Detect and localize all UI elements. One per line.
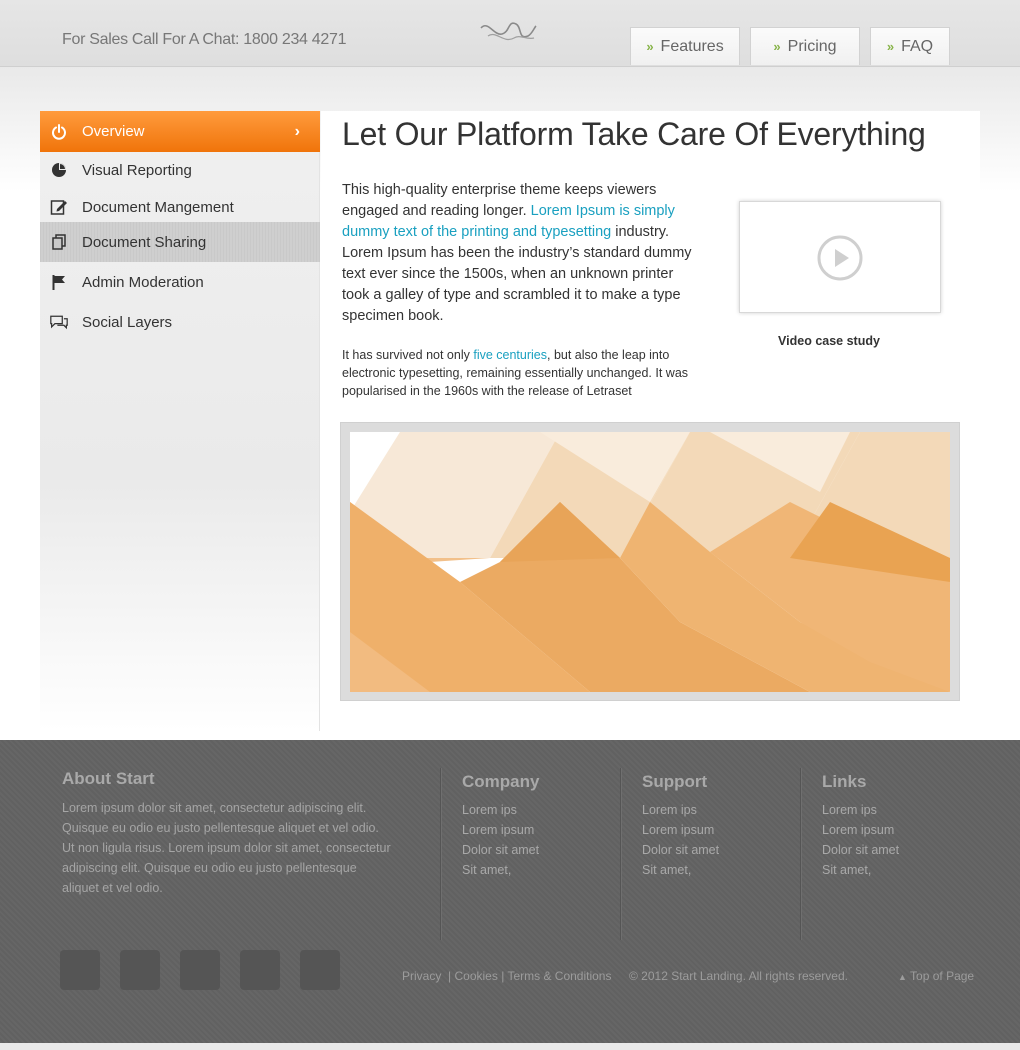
caret-up-icon: ▲: [898, 972, 907, 982]
sidebar-item-admin-moderation[interactable]: Admin Moderation: [40, 262, 320, 302]
double-chevron-icon: »: [773, 39, 780, 54]
sidebar-item-social-layers[interactable]: Social Layers: [40, 302, 320, 342]
secondary-text-start: It has survived not only: [342, 348, 470, 362]
footer-link[interactable]: Sit amet,: [822, 860, 899, 880]
footer-link[interactable]: Dolor sit amet: [822, 840, 899, 860]
social-icon[interactable]: [180, 950, 220, 990]
footer-link[interactable]: Dolor sit amet: [462, 840, 539, 860]
secondary-paragraph: It has survived not only five centuries,…: [342, 346, 702, 400]
footer-link[interactable]: Lorem ips: [462, 800, 539, 820]
play-icon[interactable]: [817, 235, 863, 281]
sidebar-item-label: Admin Moderation: [82, 273, 204, 291]
footer-links-list: Lorem ips Lorem ipsum Dolor sit amet Sit…: [822, 800, 899, 880]
sales-phone-text: For Sales Call For A Chat: 1800 234 4271: [62, 31, 347, 48]
footer-company-title: Company: [462, 772, 540, 791]
banner-image: [350, 432, 950, 692]
footer-support-title: Support: [642, 772, 708, 791]
footer-about-text: Lorem ipsum dolor sit amet, consectetur …: [62, 801, 391, 895]
footer-about-title: About Start: [62, 769, 155, 788]
footer-link[interactable]: Lorem ipsum: [462, 820, 539, 840]
double-chevron-icon: »: [886, 39, 894, 54]
footer-links-title: Links: [822, 772, 867, 791]
separator: |: [501, 969, 505, 983]
top-of-page-link[interactable]: ▲ Top of Page: [898, 969, 974, 983]
sidebar-item-label: Document Sharing: [82, 233, 207, 251]
video-player[interactable]: [739, 201, 941, 313]
footer-link[interactable]: Sit amet,: [642, 860, 719, 880]
social-icon[interactable]: [240, 950, 280, 990]
sidebar-item-label: Social Layers: [82, 313, 173, 331]
edit-document-icon: [50, 198, 68, 216]
sidebar-item-overview[interactable]: Overview ›: [40, 111, 320, 152]
nav-faq-button[interactable]: » FAQ: [870, 27, 950, 65]
power-icon: [50, 123, 68, 141]
footer-column-divider: [800, 768, 801, 940]
social-icon[interactable]: [300, 950, 340, 990]
nav-features-button[interactable]: » Features: [630, 27, 740, 65]
social-icon[interactable]: [60, 950, 100, 990]
pie-chart-icon: [50, 161, 68, 179]
nav-features-label: Features: [660, 37, 724, 55]
footer-link[interactable]: Lorem ips: [822, 800, 899, 820]
sidebar-item-label: Visual Reporting: [82, 161, 192, 179]
sidebar-item-document-sharing[interactable]: Document Sharing: [40, 222, 320, 262]
speech-bubbles-icon: [50, 313, 68, 331]
cookies-link[interactable]: Cookies: [454, 969, 497, 983]
logo-icon[interactable]: [478, 16, 538, 48]
copyright-text: © 2012 Start Landing. All rights reserve…: [629, 969, 848, 983]
footer-support-links: Lorem ips Lorem ipsum Dolor sit amet Sit…: [642, 800, 719, 880]
chevron-right-icon: ›: [294, 122, 300, 140]
terms-link[interactable]: Terms & Conditions: [507, 969, 611, 983]
social-icon[interactable]: [120, 950, 160, 990]
privacy-link[interactable]: Privacy: [402, 969, 441, 983]
footer-legal-links: Privacy | Cookies | Terms & Conditions: [402, 969, 611, 983]
footer-link[interactable]: Lorem ipsum: [642, 820, 719, 840]
sidebar-item-document-management[interactable]: Document Mangement: [40, 187, 320, 227]
hero-banner: [340, 422, 960, 701]
footer-column-divider: [440, 768, 441, 940]
nav-pricing-button[interactable]: » Pricing: [750, 27, 860, 65]
flag-icon: [50, 273, 68, 291]
five-centuries-link[interactable]: five centuries: [473, 348, 547, 362]
footer-company-links: Lorem ips Lorem ipsum Dolor sit amet Sit…: [462, 800, 539, 880]
footer-bottom-strip: [0, 1043, 1020, 1050]
footer-link[interactable]: Lorem ipsum: [822, 820, 899, 840]
page-title: Let Our Platform Take Care Of Everything: [342, 116, 926, 152]
nav-pricing-label: Pricing: [787, 37, 837, 55]
site-header: For Sales Call For A Chat: 1800 234 4271…: [0, 0, 1020, 67]
footer-link[interactable]: Dolor sit amet: [642, 840, 719, 860]
video-caption: Video case study: [778, 334, 880, 348]
separator: |: [444, 969, 452, 983]
sidebar-item-label: Overview: [82, 123, 145, 140]
nav-faq-label: FAQ: [901, 37, 934, 55]
footer-link[interactable]: Sit amet,: [462, 860, 539, 880]
sidebar: Overview › Visual Reporting Document Man…: [40, 111, 320, 731]
top-of-page-label: Top of Page: [910, 969, 975, 983]
sidebar-item-visual-reporting[interactable]: Visual Reporting: [40, 150, 320, 190]
intro-paragraph: This high-quality enterprise theme keeps…: [342, 180, 702, 327]
footer-link[interactable]: Lorem ips: [642, 800, 719, 820]
copy-documents-icon: [50, 233, 68, 251]
footer-column-divider: [620, 768, 621, 940]
double-chevron-icon: »: [646, 39, 653, 54]
sidebar-item-label: Document Mangement: [82, 198, 234, 216]
